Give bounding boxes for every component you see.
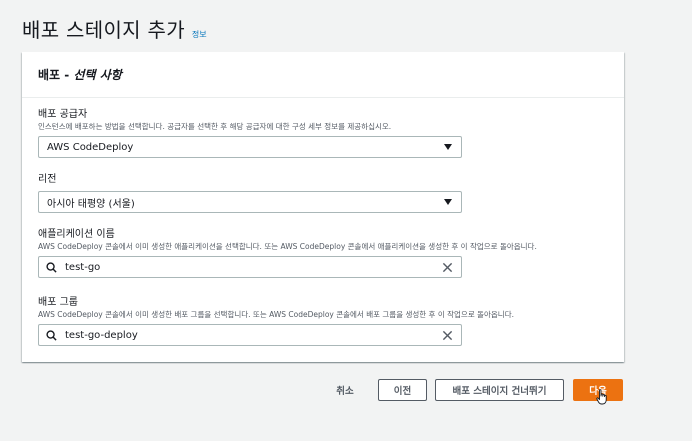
panel-header: 배포 - 선택 사항 [22, 52, 624, 98]
deployment-group-label: 배포 그룹 [38, 297, 78, 308]
panel-title-optional: 선택 사항 [73, 68, 122, 82]
provider-field: 배포 공급자 인스턴스에 배포하는 방법을 선택합니다. 공급자를 선택한 후 … [38, 109, 462, 158]
provider-description: 인스턴스에 배포하는 방법을 선택합니다. 공급자를 선택한 후 해당 공급자에… [38, 122, 392, 131]
application-label: 애플리케이션 이름 [38, 229, 115, 240]
region-value: 아시아 태평양 (서울) [47, 198, 135, 210]
region-label: 리전 [38, 174, 57, 185]
previous-button[interactable]: 이전 [378, 379, 427, 401]
cancel-button[interactable]: 취소 [328, 379, 362, 401]
clear-icon[interactable] [442, 262, 453, 273]
page-header: 배포 스테이지 추가 정보 [22, 14, 207, 43]
deployment-group-description: AWS CodeDeploy 콘솔에서 이미 생성한 배포 그룹을 선택합니다.… [38, 310, 514, 319]
application-field: 애플리케이션 이름 AWS CodeDeploy 콘솔에서 이미 생성한 애플리… [38, 229, 537, 278]
application-description: AWS CodeDeploy 콘솔에서 이미 생성한 애플리케이션을 선택합니다… [38, 242, 537, 251]
provider-label: 배포 공급자 [38, 109, 88, 120]
page-title: 배포 스테이지 추가 [22, 18, 185, 42]
clear-icon[interactable] [442, 330, 453, 341]
region-select[interactable]: 아시아 태평양 (서울) [38, 191, 462, 213]
search-icon [46, 329, 57, 341]
caret-down-icon [444, 144, 452, 150]
panel-title-main: 배포 [38, 68, 61, 82]
skip-stage-button[interactable]: 배포 스테이지 건너뛰기 [435, 379, 564, 401]
panel-title-separator: - [60, 68, 74, 82]
deploy-panel: 배포 - 선택 사항 배포 공급자 인스턴스에 배포하는 방법을 선택합니다. … [22, 52, 624, 362]
application-search[interactable]: test-go [38, 256, 462, 278]
provider-select[interactable]: AWS CodeDeploy [38, 136, 462, 158]
deployment-group-search[interactable]: test-go-deploy [38, 324, 462, 346]
panel-title: 배포 - 선택 사항 [38, 66, 122, 83]
deployment-group-value: test-go-deploy [65, 329, 138, 341]
region-field: 리전 아시아 태평양 (서울) [38, 174, 462, 213]
caret-down-icon [444, 199, 452, 205]
search-icon [46, 261, 57, 273]
wizard-actions: 취소 이전 배포 스테이지 건너뛰기 다음 [0, 379, 692, 401]
deployment-group-field: 배포 그룹 AWS CodeDeploy 콘솔에서 이미 생성한 배포 그룹을 … [38, 297, 514, 346]
application-value: test-go [65, 261, 101, 273]
provider-value: AWS CodeDeploy [47, 141, 134, 153]
hand-cursor-icon [596, 389, 607, 405]
info-link[interactable]: 정보 [192, 29, 207, 40]
